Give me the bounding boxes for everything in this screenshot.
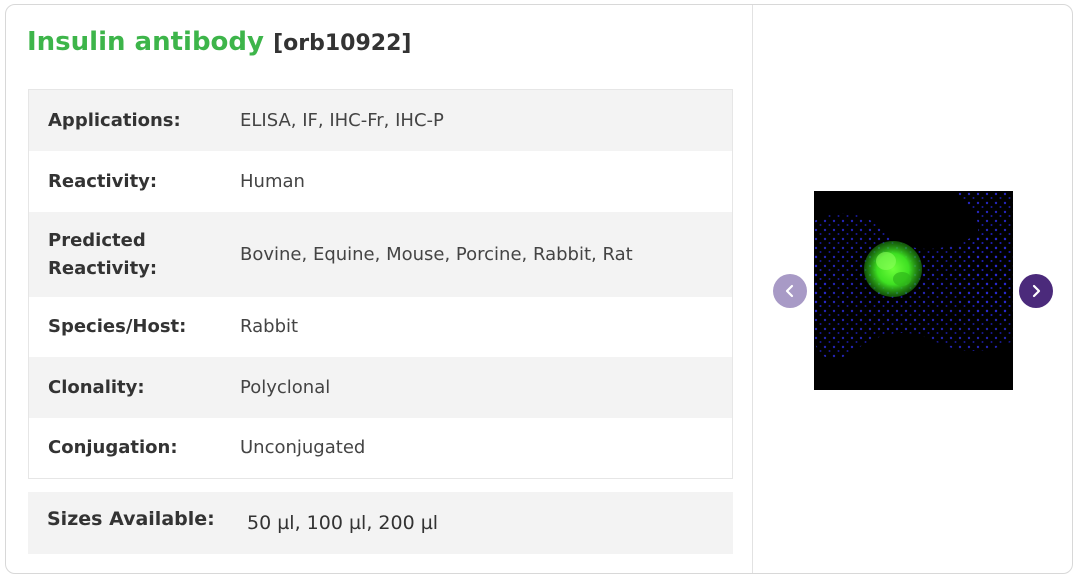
image-gallery xyxy=(753,5,1072,573)
product-title: Insulin antibody [orb10922] xyxy=(27,27,411,57)
product-image[interactable] xyxy=(814,191,1013,390)
microscopy-image xyxy=(814,191,1013,390)
spec-label: Reactivity: xyxy=(48,170,158,192)
spec-label: Applications: xyxy=(48,109,181,131)
next-image-button[interactable] xyxy=(1019,274,1053,308)
product-name: Insulin antibody xyxy=(27,27,264,57)
sizes-label: Sizes Available: xyxy=(47,508,215,530)
product-code: [orb10922] xyxy=(273,31,412,56)
spec-label: Clonality: xyxy=(48,376,145,398)
chevron-right-icon xyxy=(1032,284,1041,298)
sizes-value: 50 µl, 100 µl, 200 µl xyxy=(247,512,439,534)
specs-table: Applications: ELISA, IF, IHC-Fr, IHC-P R… xyxy=(28,89,733,479)
spec-value: Bovine, Equine, Mouse, Porcine, Rabbit, … xyxy=(240,243,633,265)
previous-image-button[interactable] xyxy=(773,274,807,308)
spec-label: Conjugation: xyxy=(48,437,178,458)
spec-value: Human xyxy=(240,170,305,192)
spec-value: ELISA, IF, IHC-Fr, IHC-P xyxy=(240,109,444,131)
spec-row-conjugation: Conjugation: Unconjugated xyxy=(29,418,732,478)
spec-value: Polyclonal xyxy=(240,376,331,398)
product-card: Insulin antibody [orb10922] Applications… xyxy=(5,4,1073,574)
spec-row-predicted-reactivity: Predicted Reactivity: Bovine, Equine, Mo… xyxy=(29,212,732,297)
spec-label: Predicted Reactivity: xyxy=(48,229,158,279)
sizes-available: Sizes Available: 50 µl, 100 µl, 200 µl xyxy=(28,492,733,554)
spec-row-reactivity: Reactivity: Human xyxy=(29,151,732,212)
spec-row-applications: Applications: ELISA, IF, IHC-Fr, IHC-P xyxy=(29,90,732,151)
spec-label: Species/Host: xyxy=(48,316,187,337)
spec-row-clonality: Clonality: Polyclonal xyxy=(29,357,732,418)
chevron-left-icon xyxy=(785,284,794,298)
spec-value: Unconjugated xyxy=(240,437,366,458)
spec-row-species-host: Species/Host: Rabbit xyxy=(29,297,732,357)
product-details-panel: Insulin antibody [orb10922] Applications… xyxy=(6,5,753,573)
spec-value: Rabbit xyxy=(240,316,299,337)
